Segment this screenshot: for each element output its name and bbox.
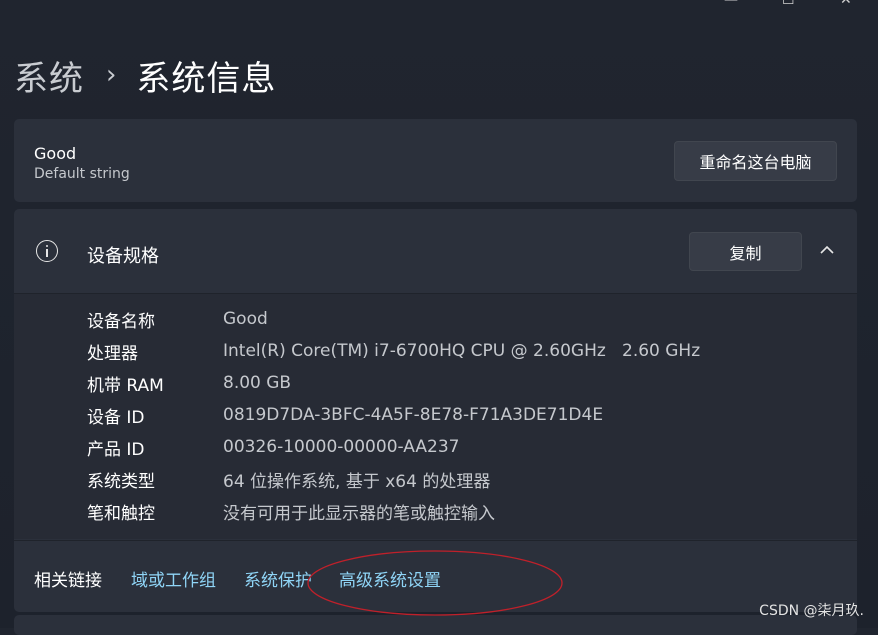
watermark: CSDN @柒月玖.: [759, 603, 864, 619]
spec-key: 系统类型: [87, 471, 155, 492]
window-controls: — ☐ ✕: [704, 0, 878, 10]
copy-button[interactable]: 复制: [689, 232, 802, 271]
device-spec-header[interactable]: 设备规格 复制: [14, 209, 857, 294]
next-card: [14, 615, 857, 635]
minimize-button[interactable]: —: [704, 0, 762, 10]
spec-value: 没有可用于此显示器的笔或触控输入: [223, 503, 495, 524]
spec-value: 0819D7DA-3BFC-4A5F-8E78-F71A3DE71D4E: [223, 405, 604, 425]
spec-value: 00326-10000-00000-AA237: [223, 437, 460, 457]
minimize-icon: —: [724, 0, 738, 8]
spec-row: 系统类型 64 位操作系统, 基于 x64 的处理器: [87, 467, 491, 492]
spec-key: 设备名称: [87, 311, 155, 332]
spec-key: 处理器: [87, 343, 138, 364]
pc-name-card: Good Default string 重命名这台电脑: [14, 119, 857, 202]
spec-row: 处理器 Intel(R) Core(TM) i7-6700HQ CPU @ 2.…: [87, 339, 701, 364]
spec-value: 64 位操作系统, 基于 x64 的处理器: [223, 471, 491, 492]
breadcrumb-separator-icon: ›: [106, 60, 117, 90]
spec-value: 8.00 GB: [223, 373, 292, 393]
close-icon: ✕: [840, 0, 852, 8]
device-spec-body: 设备名称 Good 处理器 Intel(R) Core(TM) i7-6700H…: [14, 294, 857, 539]
spec-key: 产品 ID: [87, 439, 145, 460]
annotation-ellipse: [307, 550, 563, 616]
spec-row: 笔和触控 没有可用于此显示器的笔或触控输入: [87, 499, 495, 524]
spec-key: 机带 RAM: [87, 375, 164, 396]
maximize-icon: ☐: [782, 0, 795, 8]
close-button[interactable]: ✕: [820, 0, 878, 10]
spec-key: 笔和触控: [87, 503, 155, 524]
related-links-label: 相关链接: [34, 571, 102, 591]
spec-row: 设备名称 Good: [87, 307, 268, 332]
spec-value: Good: [223, 309, 268, 329]
spec-row: 产品 ID 00326-10000-00000-AA237: [87, 435, 460, 460]
maximize-button[interactable]: ☐: [762, 0, 820, 10]
link-system-protection[interactable]: 系统保护: [244, 566, 312, 591]
link-domain-workgroup[interactable]: 域或工作组: [131, 566, 216, 591]
page-title: 系统信息: [136, 58, 277, 99]
device-spec-title: 设备规格: [87, 246, 159, 267]
breadcrumb: 系统 › 系统信息: [14, 51, 277, 100]
chevron-up-icon[interactable]: [818, 241, 836, 259]
pc-name: Good: [34, 144, 77, 163]
spec-key: 设备 ID: [87, 407, 145, 428]
info-icon: [36, 240, 58, 262]
spec-value: Intel(R) Core(TM) i7-6700HQ CPU @ 2.60GH…: [223, 341, 701, 361]
spec-row: 机带 RAM 8.00 GB: [87, 371, 292, 396]
breadcrumb-parent[interactable]: 系统: [14, 51, 84, 100]
rename-pc-button[interactable]: 重命名这台电脑: [674, 141, 837, 181]
pc-model: Default string: [34, 166, 130, 182]
spec-row: 设备 ID 0819D7DA-3BFC-4A5F-8E78-F71A3DE71D…: [87, 403, 604, 428]
